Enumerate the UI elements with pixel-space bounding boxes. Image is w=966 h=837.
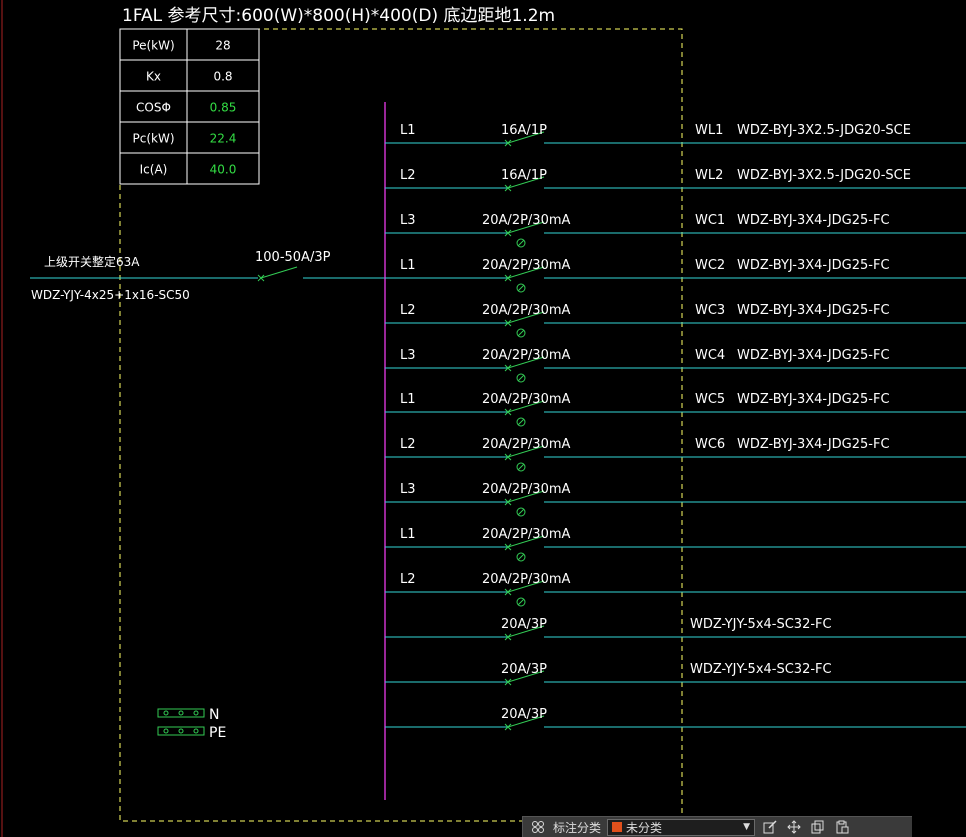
phase-label: L2 [400, 168, 416, 183]
circuit-row[interactable]: L3 20A/2P/30mA [385, 482, 966, 517]
breaker-rating: 16A/1P [501, 168, 547, 183]
panel-title: 1FAL 参考尺寸:600(W)*800(H)*400(D) 底边距地1.2m [122, 6, 555, 26]
circuit-id: WC3 [695, 303, 725, 318]
upstream-label: 上级开关整定63A [44, 254, 140, 269]
outgoing-circuits: L1 16A/1P WL1 WDZ-BYJ-3X2.5-JDG20-SCE L2 16A/… [385, 123, 966, 731]
breaker-rating: 20A/2P/30mA [482, 482, 571, 497]
circuit-row[interactable]: 20A/3P WDZ-YJY-5x4-SC32-FC [385, 617, 966, 641]
terminal-blocks: N PE [157, 707, 226, 741]
circuit-id: WC5 [695, 392, 725, 407]
breaker-rating: 20A/2P/30mA [482, 348, 571, 363]
param-label: Pe(kW) [132, 39, 174, 53]
param-value: 0.85 [210, 101, 237, 115]
edit-icon[interactable] [761, 818, 779, 836]
breaker-rating: 20A/3P [501, 707, 547, 722]
circuit-row[interactable]: L1 20A/2P/30mA WC2 WDZ-BYJ-3X4-JDG25-FC [385, 258, 966, 293]
phase-label: L3 [400, 482, 416, 497]
breaker-rating: 20A/2P/30mA [482, 437, 571, 452]
cable-spec: WDZ-YJY-5x4-SC32-FC [690, 662, 832, 677]
phase-label: L3 [400, 213, 416, 228]
param-value: 22.4 [210, 132, 237, 146]
circuit-id: WL2 [695, 168, 723, 183]
cable-spec: WDZ-BYJ-3X4-JDG25-FC [737, 258, 890, 273]
param-label: COSΦ [136, 101, 171, 115]
circuit-row[interactable]: L1 20A/2P/30mA [385, 527, 966, 562]
circuit-row[interactable]: L1 16A/1P WL1 WDZ-BYJ-3X2.5-JDG20-SCE [385, 123, 966, 147]
phase-label: L1 [400, 123, 416, 138]
breaker-rating: 20A/2P/30mA [482, 258, 571, 273]
param-value: 40.0 [210, 163, 237, 177]
param-label: Pc(kW) [132, 132, 174, 146]
param-value: 0.8 [213, 70, 232, 84]
circuit-row[interactable]: L1 20A/2P/30mA WC5 WDZ-BYJ-3X4-JDG25-FC [385, 392, 966, 427]
breaker-rating: 20A/3P [501, 662, 547, 677]
terminal-block: N [157, 707, 219, 723]
category-color-swatch [612, 822, 623, 832]
phase-label: L1 [400, 527, 416, 542]
breaker-rating: 20A/2P/30mA [482, 303, 571, 318]
parameter-table: Pe(kW) 28 Kx 0.8 COSΦ 0.85 Pc(kW) 22.4 Ic(A) 40.0 [119, 28, 260, 185]
category-label: 标注分类 [553, 820, 602, 835]
chevron-down-icon: ▼ [743, 822, 751, 832]
breaker-rating: 20A/2P/30mA [482, 527, 571, 542]
breaker-rating: 16A/1P [501, 123, 547, 138]
param-label: Ic(A) [140, 163, 168, 177]
phase-label: L2 [400, 572, 416, 587]
circuit-row[interactable]: 20A/3P WDZ-YJY-5x4-SC32-FC [385, 662, 966, 686]
cable-spec: WDZ-BYJ-3X4-JDG25-FC [737, 348, 890, 363]
cable-spec: WDZ-BYJ-3X4-JDG25-FC [737, 303, 890, 318]
phase-label: L2 [400, 437, 416, 452]
main-breaker-symbol[interactable] [257, 266, 298, 282]
main-breaker-label: 100-50A/3P [255, 250, 331, 265]
terminal-block: PE [157, 725, 226, 741]
incoming-line: 上级开关整定63A WDZ-YJY-4x25+1x16-SC50 100-50A… [30, 250, 385, 302]
circuit-id: WC6 [695, 437, 725, 452]
param-label: Kx [146, 70, 161, 84]
cable-spec: WDZ-BYJ-3X4-JDG25-FC [737, 213, 890, 228]
terminal-label: PE [209, 725, 226, 741]
phase-label: L3 [400, 348, 416, 363]
category-value: 未分类 [626, 820, 663, 835]
circuit-id: WC1 [695, 213, 725, 228]
cable-spec: WDZ-YJY-5x4-SC32-FC [690, 617, 832, 632]
breaker-rating: 20A/2P/30mA [482, 213, 571, 228]
copy-icon[interactable] [809, 818, 827, 836]
move-icon[interactable] [785, 818, 803, 836]
circuit-id: WL1 [695, 123, 723, 138]
category-select[interactable]: 未分类 ▼ [607, 818, 756, 836]
circuit-row[interactable]: L2 16A/1P WL2 WDZ-BYJ-3X2.5-JDG20-SCE [385, 168, 966, 192]
terminal-label: N [209, 707, 219, 723]
circuit-row[interactable]: L2 20A/2P/30mA WC6 WDZ-BYJ-3X4-JDG25-FC [385, 437, 966, 472]
cable-spec: WDZ-BYJ-3X2.5-JDG20-SCE [737, 168, 911, 183]
phase-label: L1 [400, 392, 416, 407]
cable-spec: WDZ-BYJ-3X4-JDG25-FC [737, 437, 890, 452]
circuit-id: WC4 [695, 348, 725, 363]
breaker-rating: 20A/2P/30mA [482, 572, 571, 587]
annotation-toolbar: 标注分类 未分类 ▼ [522, 816, 912, 837]
param-value: 28 [215, 39, 230, 53]
paste-icon[interactable] [833, 818, 851, 836]
circuit-row[interactable]: L2 20A/2P/30mA WC3 WDZ-BYJ-3X4-JDG25-FC [385, 303, 966, 338]
panel-frame [119, 28, 683, 822]
phase-label: L1 [400, 258, 416, 273]
breaker-rating: 20A/2P/30mA [482, 392, 571, 407]
cable-spec: WDZ-BYJ-3X2.5-JDG20-SCE [737, 123, 911, 138]
annotation-icon[interactable] [529, 818, 547, 836]
circuit-row[interactable]: L2 20A/2P/30mA [385, 572, 966, 607]
circuit-row[interactable]: 20A/3P [385, 707, 966, 731]
cable-spec: WDZ-BYJ-3X4-JDG25-FC [737, 392, 890, 407]
circuit-row[interactable]: L3 20A/2P/30mA WC1 WDZ-BYJ-3X4-JDG25-FC [385, 213, 966, 248]
incoming-cable-label: WDZ-YJY-4x25+1x16-SC50 [31, 288, 190, 302]
breaker-rating: 20A/3P [501, 617, 547, 632]
phase-label: L2 [400, 303, 416, 318]
cad-drawing-canvas[interactable]: 1FAL 参考尺寸:600(W)*800(H)*400(D) 底边距地1.2m … [0, 0, 966, 837]
circuit-row[interactable]: L3 20A/2P/30mA WC4 WDZ-BYJ-3X4-JDG25-FC [385, 348, 966, 383]
circuit-id: WC2 [695, 258, 725, 273]
